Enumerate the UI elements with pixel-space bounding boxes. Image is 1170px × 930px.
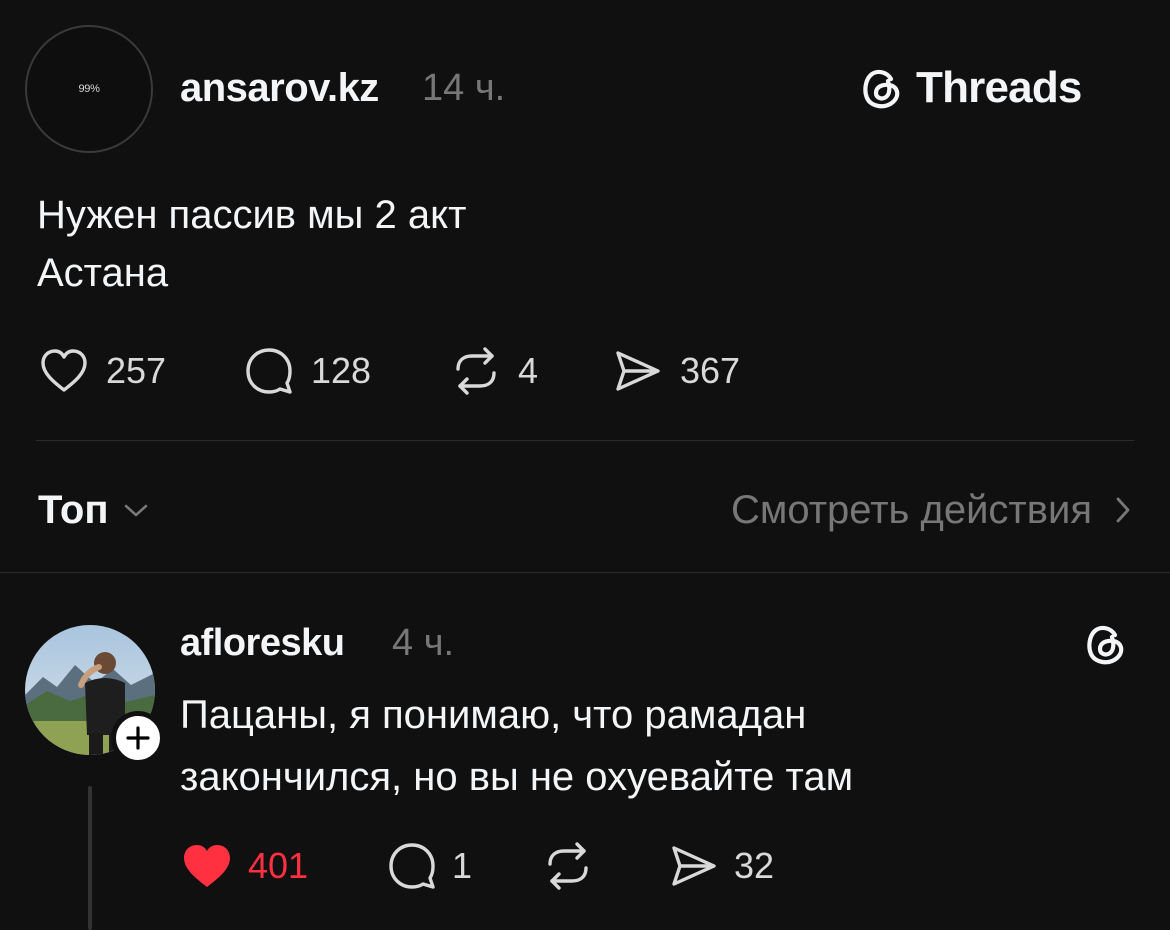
chevron-right-icon bbox=[1110, 495, 1134, 525]
like-button[interactable]: 257 bbox=[38, 345, 166, 397]
comment-button[interactable]: 128 bbox=[243, 345, 371, 397]
reply-share-count: 32 bbox=[734, 845, 775, 886]
post-text-line: Астана bbox=[37, 251, 169, 295]
divider bbox=[0, 572, 1170, 573]
like-count: 257 bbox=[106, 350, 167, 391]
post-author-avatar[interactable]: 99% bbox=[25, 25, 153, 153]
post-timestamp: 14 ч. bbox=[422, 67, 506, 109]
plus-icon bbox=[125, 725, 151, 751]
sort-dropdown[interactable]: Топ bbox=[38, 486, 149, 534]
divider bbox=[36, 440, 1134, 441]
repost-count: 4 bbox=[518, 350, 539, 391]
repost-button[interactable]: 4 bbox=[450, 345, 538, 397]
send-icon bbox=[612, 345, 664, 397]
thread-connector-line bbox=[88, 786, 92, 930]
threads-brand: Threads bbox=[858, 62, 1082, 114]
reply-text-line: Пацаны, я понимаю, что рамадан bbox=[180, 693, 807, 737]
reply-like-button[interactable]: 401 bbox=[180, 840, 308, 892]
comment-count: 128 bbox=[311, 350, 372, 391]
reply-text: Пацаны, я понимаю, что рамадан закончилс… bbox=[180, 684, 853, 808]
reply-like-count: 401 bbox=[248, 845, 309, 886]
post-text-line: Нужен пассив мы 2 акт bbox=[37, 193, 467, 237]
reply-comment-count: 1 bbox=[452, 845, 473, 886]
view-activity-label: Смотреть действия bbox=[730, 488, 1092, 532]
threads-brand-name: Threads bbox=[916, 63, 1082, 112]
send-icon bbox=[668, 840, 720, 892]
heart-icon bbox=[38, 345, 90, 397]
view-activity-link[interactable]: Смотреть действия bbox=[731, 486, 1134, 534]
repost-icon bbox=[542, 840, 594, 892]
avatar-text: 99% bbox=[78, 83, 100, 95]
share-button[interactable]: 367 bbox=[612, 345, 740, 397]
reply-timestamp: 4 ч. bbox=[392, 622, 455, 664]
reply-author-username[interactable]: afloresku bbox=[180, 620, 345, 666]
heart-filled-icon bbox=[180, 840, 234, 892]
follow-button[interactable] bbox=[111, 711, 165, 765]
comment-bubble-icon bbox=[243, 345, 295, 397]
sort-label: Топ bbox=[38, 488, 109, 532]
threads-logo-icon bbox=[858, 64, 906, 112]
reply-repost-button[interactable] bbox=[542, 840, 594, 892]
threads-logo-icon bbox=[1082, 620, 1130, 668]
post-text: Нужен пассив мы 2 акт Астана bbox=[37, 186, 466, 302]
reply-comment-button[interactable]: 1 bbox=[386, 840, 472, 892]
share-count: 367 bbox=[680, 350, 741, 391]
reply-text-line: закончился, но вы не охуевайте там bbox=[180, 755, 854, 799]
repost-icon bbox=[450, 345, 502, 397]
chevron-down-icon bbox=[123, 497, 149, 523]
comment-bubble-icon bbox=[386, 840, 438, 892]
reply-share-button[interactable]: 32 bbox=[668, 840, 774, 892]
post-author-username[interactable]: ansarov.kz bbox=[180, 64, 379, 112]
